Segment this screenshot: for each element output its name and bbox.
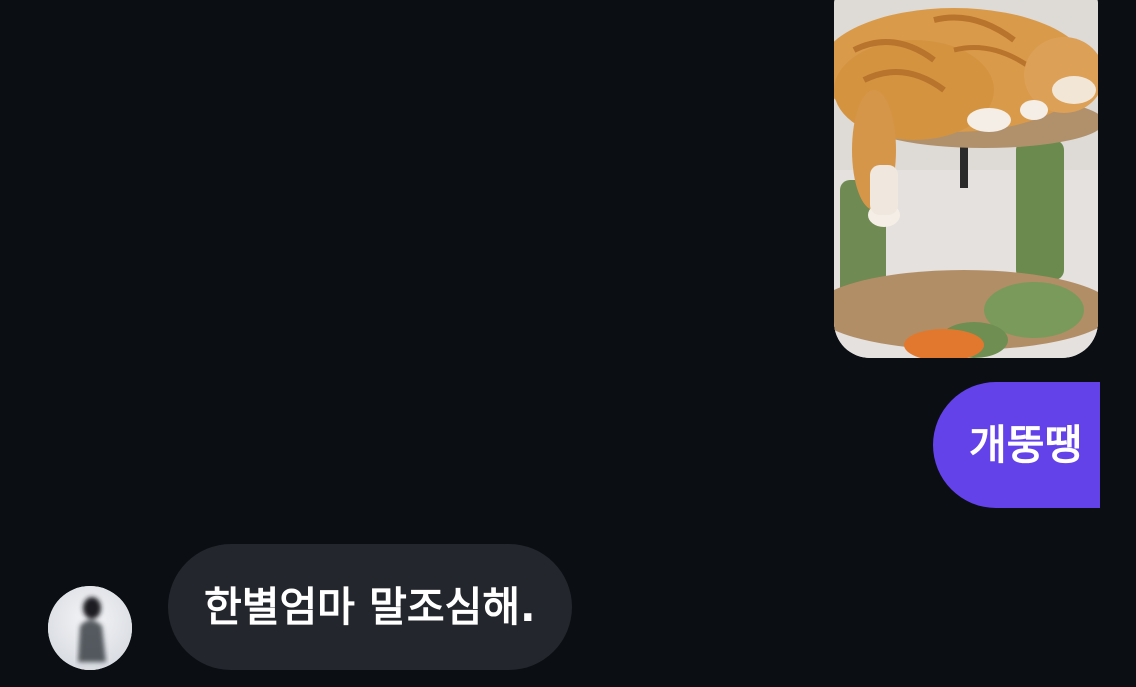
person-avatar-icon (48, 586, 132, 670)
incoming-message-text: 한별엄마 말조심해. (204, 583, 536, 631)
outgoing-message-text: 개뚱땡 (969, 421, 1083, 469)
cat-photo-message[interactable] (834, 0, 1098, 358)
cat-photo-image (834, 0, 1098, 358)
sender-avatar[interactable] (48, 586, 132, 670)
incoming-message-bubble[interactable]: 한별엄마 말조심해. (168, 544, 572, 670)
outgoing-message-bubble[interactable]: 개뚱땡 (933, 382, 1100, 508)
chat-thread[interactable]: 개뚱땡 한별엄마 말조심해. (0, 0, 1136, 687)
